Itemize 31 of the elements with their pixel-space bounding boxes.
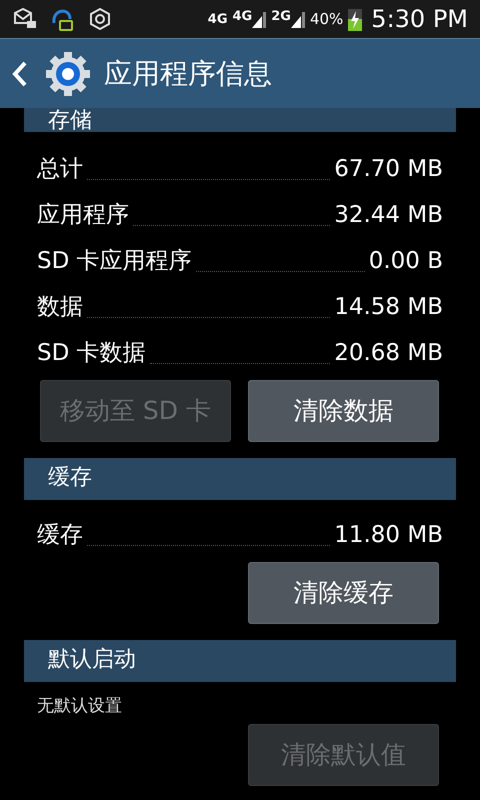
section-header: 缓存 (24, 458, 456, 500)
settings-icon (88, 7, 112, 31)
note-text: 无默认设置 (36, 695, 123, 718)
signal-icon (290, 10, 305, 28)
clock: 5:30 PM (371, 4, 468, 35)
action-button[interactable]: 清除数据 (248, 380, 439, 442)
row-value: 67.70 MB (334, 154, 443, 184)
battery-charging-icon (348, 7, 362, 31)
row-label: 应用程序 (37, 200, 129, 230)
row-label: SD 卡应用程序 (37, 246, 192, 276)
row-label: 总计 (37, 154, 83, 184)
action-button[interactable]: 清除缓存 (248, 562, 439, 624)
row-value: 0.00 B (368, 246, 443, 276)
mail-icon (12, 7, 38, 31)
row-value: 32.44 MB (334, 200, 443, 230)
row-value: 14.58 MB (334, 292, 443, 322)
network-label: 4G (208, 12, 228, 26)
network-label: 4G (232, 10, 252, 23)
battery-percent: 40% (310, 8, 344, 30)
back-icon[interactable] (12, 60, 28, 88)
row-label: 数据 (37, 292, 83, 322)
row-value: 11.80 MB (334, 520, 443, 550)
section-header: 存储 (24, 108, 456, 132)
row-label: 缓存 (37, 520, 83, 550)
row-value: 20.68 MB (334, 338, 443, 368)
network-label: 2G (271, 10, 291, 23)
row-label: SD 卡数据 (37, 338, 146, 368)
section-header: 默认启动 (24, 640, 456, 682)
signal-icon (252, 10, 266, 28)
gear-icon (44, 50, 92, 98)
screen-title: 应用程序信息 (104, 56, 272, 92)
